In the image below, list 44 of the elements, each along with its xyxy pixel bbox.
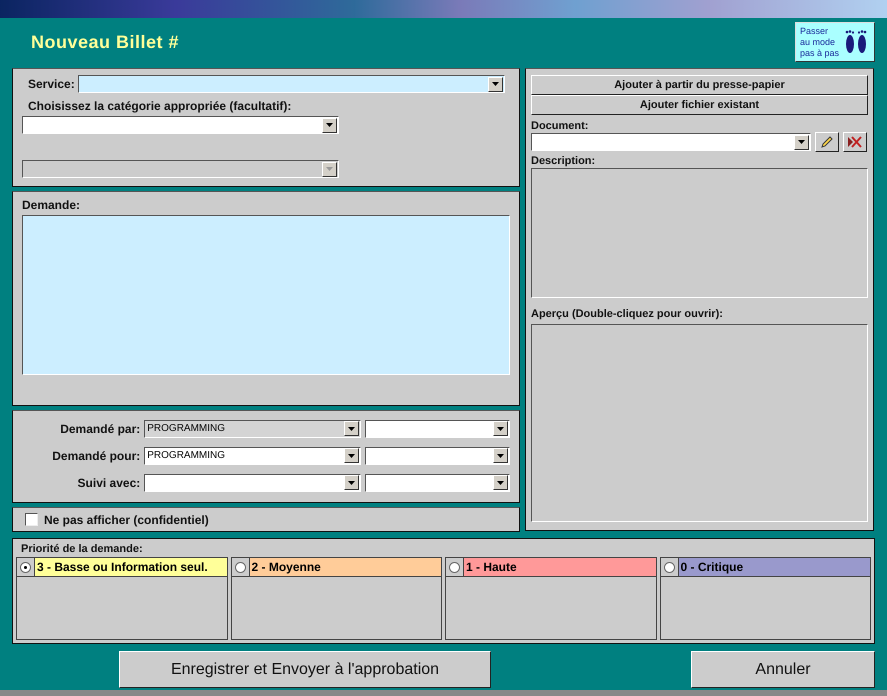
dropdown-field[interactable] — [365, 474, 510, 492]
dropdown-field[interactable] — [144, 474, 362, 492]
caret-icon — [798, 140, 805, 144]
pencil-icon-button[interactable] — [815, 132, 839, 152]
category-label: Choisissez la catégorie appropriée (facultatif): — [28, 99, 292, 113]
priority-option[interactable]: 1 - Haute — [446, 558, 656, 577]
caret-icon — [497, 480, 504, 485]
caret-icon — [497, 426, 504, 431]
description-label: Description: — [531, 155, 596, 167]
caret-icon — [348, 454, 356, 458]
preview-label: Aperçu (Double-cliquez pour ouvrir): — [531, 308, 724, 320]
priority-option[interactable]: 0 - Critique — [660, 558, 870, 577]
priority-option[interactable]: 2 - Moyenne — [232, 558, 441, 577]
checkbox[interactable] — [25, 513, 38, 526]
caret-icon — [497, 454, 504, 458]
delete-icon — [847, 135, 863, 149]
dropdown-field[interactable] — [365, 420, 510, 438]
priority-option[interactable]: 3 - Basse ou Information seul. — [17, 558, 226, 577]
caret-icon — [348, 426, 356, 431]
person-label: Suivi avec: — [76, 476, 140, 490]
service-label: Service: — [28, 77, 75, 91]
form-title: Nouveau Billet # — [31, 32, 180, 52]
caret-icon — [492, 82, 499, 86]
cancel-button[interactable]: Annuler — [691, 651, 875, 688]
add-attachment-button[interactable]: Ajouter fichier existant — [531, 95, 868, 115]
pencil-icon — [820, 135, 834, 149]
caret-icon — [326, 123, 333, 127]
delete-icon-button[interactable] — [843, 132, 867, 152]
person-label: Demandé par: — [59, 422, 140, 436]
caret-icon — [348, 480, 356, 485]
document-label: Document: — [531, 120, 590, 132]
save-and-send-button[interactable]: Enregistrer et Envoyer à l'approbation — [119, 651, 491, 688]
confidential-label: Ne pas afficher (confidentiel) — [44, 512, 209, 527]
caret-icon — [326, 167, 333, 171]
dropdown-field[interactable] — [365, 446, 510, 465]
request-label: Demande: — [22, 198, 82, 212]
add-attachment-button[interactable]: Ajouter à partir du presse-papier — [531, 75, 868, 95]
person-label: Demandé pour: — [51, 448, 140, 463]
dropdown-field[interactable]: PROGRAMMING — [144, 446, 362, 465]
dropdown-field[interactable] — [78, 75, 505, 93]
dropdown-field[interactable] — [531, 133, 811, 151]
wizard-mode-button[interactable]: Passer au mode pas à pas — [795, 22, 875, 62]
dropdown-field[interactable] — [22, 116, 339, 134]
priority-label: Priorité de la demande: — [21, 543, 144, 555]
